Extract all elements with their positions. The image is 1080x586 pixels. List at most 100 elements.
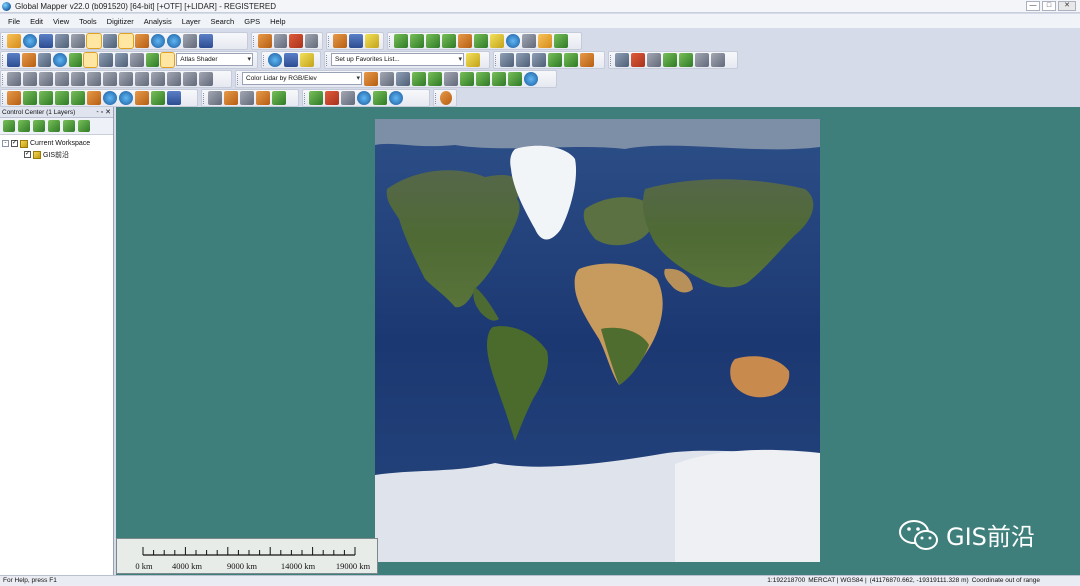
erase-icon[interactable]: [135, 71, 149, 86]
delete-x-icon[interactable]: [289, 33, 303, 48]
fly-icon[interactable]: [341, 90, 355, 105]
tile-icon[interactable]: [167, 90, 181, 105]
cut-fill-icon[interactable]: [135, 90, 149, 105]
measure-line-icon[interactable]: [532, 52, 546, 67]
buildings-feature-icon[interactable]: [240, 90, 254, 105]
filter-icon[interactable]: [364, 71, 378, 86]
contrast-icon[interactable]: [68, 52, 82, 67]
pan-hand-icon[interactable]: [135, 33, 149, 48]
favorites-select[interactable]: Set up Favorites List...: [331, 53, 464, 66]
record-icon[interactable]: [325, 90, 339, 105]
panel-controls[interactable]: - ▫ ✕: [96, 107, 111, 118]
draw-line-icon[interactable]: [87, 71, 101, 86]
flood-icon[interactable]: [119, 90, 133, 105]
map-layout-icon[interactable]: [554, 33, 568, 48]
pin-icon[interactable]: [538, 33, 552, 48]
back-arrow-icon[interactable]: [183, 33, 197, 48]
add-layer-icon[interactable]: [3, 120, 15, 132]
building-icon[interactable]: [492, 71, 506, 86]
volume-icon[interactable]: [458, 33, 472, 48]
viewshed-icon[interactable]: [426, 33, 440, 48]
point-feature-icon[interactable]: [208, 90, 222, 105]
draw-curve-icon[interactable]: [103, 71, 117, 86]
polyline-icon[interactable]: [516, 52, 530, 67]
menu-file[interactable]: File: [8, 17, 20, 26]
move-icon[interactable]: [7, 71, 21, 86]
info-icon[interactable]: [349, 33, 363, 48]
zoom-out-icon[interactable]: [167, 33, 181, 48]
path-profile-icon[interactable]: [396, 71, 410, 86]
tower-icon[interactable]: [87, 90, 101, 105]
profile-icon[interactable]: [474, 33, 488, 48]
layer-options-icon[interactable]: [18, 120, 30, 132]
export-icon[interactable]: [272, 90, 286, 105]
menu-tools[interactable]: Tools: [79, 17, 97, 26]
compass-icon[interactable]: [615, 52, 629, 67]
home-icon[interactable]: [199, 33, 213, 48]
contour-icon[interactable]: [410, 33, 424, 48]
animate-icon[interactable]: [373, 90, 387, 105]
table-icon[interactable]: [647, 52, 661, 67]
terrain-icon[interactable]: [394, 33, 408, 48]
layer-metadata-icon[interactable]: [33, 120, 45, 132]
cut-icon[interactable]: [167, 71, 181, 86]
stack-icon[interactable]: [114, 52, 129, 67]
triangle-icon[interactable]: [444, 71, 458, 86]
lidar-edit-icon[interactable]: [428, 71, 442, 86]
sun-icon[interactable]: [300, 52, 314, 67]
disabled-line-icon[interactable]: [695, 52, 709, 67]
page-icon[interactable]: [273, 33, 287, 48]
line-tool-icon[interactable]: [500, 52, 514, 67]
save-icon[interactable]: [39, 33, 53, 48]
tree-item-layer[interactable]: ✓ GIS前沿: [2, 149, 111, 160]
poi-icon[interactable]: [256, 90, 270, 105]
tree-icon[interactable]: [476, 71, 490, 86]
menu-search[interactable]: Search: [210, 17, 234, 26]
join-line-icon[interactable]: [564, 52, 578, 67]
target-icon[interactable]: [631, 52, 645, 67]
globe-grid-icon[interactable]: [268, 52, 282, 67]
digitize-icon[interactable]: [22, 52, 36, 67]
grid-icon[interactable]: [7, 52, 21, 67]
lidar-class-icon[interactable]: [412, 71, 426, 86]
color-wheel-icon[interactable]: [440, 90, 452, 105]
gear-icon[interactable]: [284, 52, 298, 67]
mountain-icon[interactable]: [7, 90, 21, 105]
sort-icon[interactable]: [99, 52, 113, 67]
wrench-icon[interactable]: [71, 33, 85, 48]
split-icon[interactable]: [37, 52, 52, 67]
crosshair-icon[interactable]: [55, 71, 69, 86]
collapse-icon[interactable]: -: [2, 140, 9, 147]
layer-up-icon[interactable]: [48, 120, 60, 132]
layer-down-icon[interactable]: [63, 120, 75, 132]
vertex-icon[interactable]: [663, 52, 677, 67]
forest-icon[interactable]: [39, 90, 53, 105]
lidar-color-select[interactable]: Color Lidar by RGB/Elev: [242, 72, 362, 85]
layer-checkbox[interactable]: ✓: [24, 151, 31, 158]
offset-icon[interactable]: [151, 71, 165, 86]
workspace-icon[interactable]: [55, 33, 69, 48]
extract-icon[interactable]: [460, 71, 474, 86]
workspace-checkbox[interactable]: ✓: [11, 140, 18, 147]
menu-edit[interactable]: Edit: [30, 17, 43, 26]
play-icon[interactable]: [309, 90, 323, 105]
map-view[interactable]: 0 km 4000 km 9000 km 14000 km 19000 km G…: [116, 107, 1080, 575]
snap-icon[interactable]: [71, 71, 85, 86]
menu-digitizer[interactable]: Digitizer: [107, 17, 134, 26]
tree-single-icon[interactable]: [55, 90, 69, 105]
menu-layer[interactable]: Layer: [182, 17, 201, 26]
menu-analysis[interactable]: Analysis: [144, 17, 172, 26]
layers-icon[interactable]: [71, 90, 85, 105]
open-folder-icon[interactable]: [7, 33, 21, 48]
water-icon[interactable]: [103, 90, 117, 105]
rotate-icon[interactable]: [23, 71, 37, 86]
layer-panel-icon[interactable]: [86, 32, 102, 49]
select-tool-icon[interactable]: [118, 32, 134, 49]
powerline-icon[interactable]: [508, 71, 522, 86]
point-cloud-icon[interactable]: [380, 71, 394, 86]
draw-poly-icon[interactable]: [119, 71, 133, 86]
fill-icon[interactable]: [183, 71, 197, 86]
globe-icon[interactable]: [23, 33, 37, 48]
smooth-icon[interactable]: [679, 52, 693, 67]
menu-view[interactable]: View: [53, 17, 69, 26]
